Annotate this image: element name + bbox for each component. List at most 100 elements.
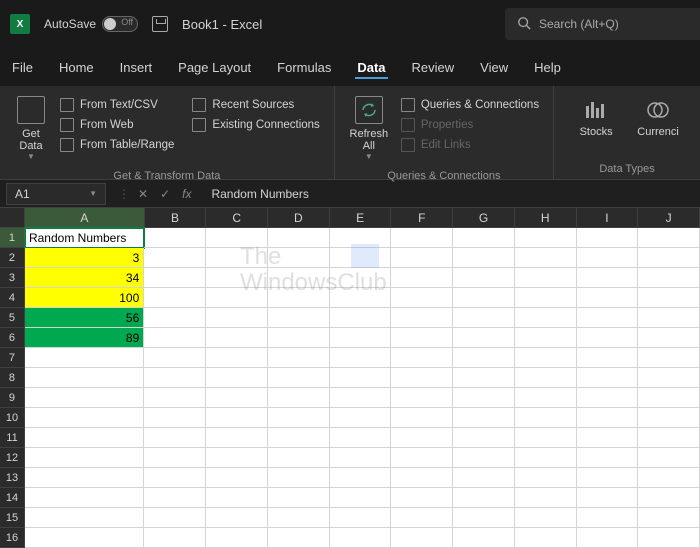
cell-g9[interactable]: [453, 388, 515, 408]
cell-f9[interactable]: [391, 388, 453, 408]
cell-j6[interactable]: [638, 328, 700, 348]
cell-g16[interactable]: [453, 528, 515, 548]
cell-j12[interactable]: [638, 448, 700, 468]
refresh-all-button[interactable]: Refresh All ▼: [343, 94, 395, 163]
tab-help[interactable]: Help: [532, 56, 563, 79]
row-header[interactable]: 1: [0, 228, 25, 248]
cell-f14[interactable]: [391, 488, 453, 508]
tab-file[interactable]: File: [10, 56, 35, 79]
properties-button[interactable]: Properties: [395, 116, 545, 134]
recent-sources-button[interactable]: Recent Sources: [186, 96, 325, 114]
tab-view[interactable]: View: [478, 56, 510, 79]
row-header[interactable]: 11: [0, 428, 25, 448]
cell-j4[interactable]: [638, 288, 700, 308]
cell-c6[interactable]: [206, 328, 268, 348]
tab-review[interactable]: Review: [410, 56, 457, 79]
col-header-i[interactable]: I: [577, 208, 639, 228]
cell-h5[interactable]: [515, 308, 577, 328]
col-header-g[interactable]: G: [453, 208, 515, 228]
cell-h16[interactable]: [515, 528, 577, 548]
cell-i4[interactable]: [577, 288, 639, 308]
cell-f1[interactable]: [391, 228, 453, 248]
cell-i13[interactable]: [577, 468, 639, 488]
autosave-toggle[interactable]: Off: [102, 16, 138, 32]
row-header[interactable]: 14: [0, 488, 25, 508]
cell-h11[interactable]: [515, 428, 577, 448]
cell-d12[interactable]: [268, 448, 330, 468]
cell-j1[interactable]: [638, 228, 700, 248]
cell-g11[interactable]: [453, 428, 515, 448]
cell-b6[interactable]: [144, 328, 206, 348]
get-data-button[interactable]: Get Data ▼: [8, 94, 54, 163]
cell-j14[interactable]: [638, 488, 700, 508]
stocks-button[interactable]: Stocks: [568, 98, 624, 160]
cell-e4[interactable]: [330, 288, 392, 308]
cell-f10[interactable]: [391, 408, 453, 428]
tab-data[interactable]: Data: [355, 56, 387, 79]
cell-g6[interactable]: [453, 328, 515, 348]
cell-c16[interactable]: [206, 528, 268, 548]
cell-c1[interactable]: [206, 228, 268, 248]
cell-f12[interactable]: [391, 448, 453, 468]
cell-f7[interactable]: [391, 348, 453, 368]
cell-e13[interactable]: [330, 468, 392, 488]
cell-e11[interactable]: [330, 428, 392, 448]
cell-h3[interactable]: [515, 268, 577, 288]
cell-b14[interactable]: [144, 488, 206, 508]
cell-b11[interactable]: [144, 428, 206, 448]
cell-j9[interactable]: [638, 388, 700, 408]
cell-d15[interactable]: [268, 508, 330, 528]
row-header[interactable]: 6: [0, 328, 25, 348]
cell-f13[interactable]: [391, 468, 453, 488]
cell-e7[interactable]: [330, 348, 392, 368]
cell-i12[interactable]: [577, 448, 639, 468]
cell-i7[interactable]: [577, 348, 639, 368]
cell-g3[interactable]: [453, 268, 515, 288]
col-header-e[interactable]: E: [330, 208, 392, 228]
cell-d11[interactable]: [268, 428, 330, 448]
cell-g4[interactable]: [453, 288, 515, 308]
cell-i11[interactable]: [577, 428, 639, 448]
row-header[interactable]: 15: [0, 508, 25, 528]
cell-e14[interactable]: [330, 488, 392, 508]
cell-i6[interactable]: [577, 328, 639, 348]
col-header-a[interactable]: A: [25, 208, 145, 228]
cell-e15[interactable]: [330, 508, 392, 528]
cell-a4[interactable]: 100: [25, 288, 144, 308]
select-all-corner[interactable]: [0, 208, 25, 228]
cell-a12[interactable]: [25, 448, 144, 468]
tab-formulas[interactable]: Formulas: [275, 56, 333, 79]
name-box[interactable]: A1 ▼: [6, 183, 106, 205]
cell-f8[interactable]: [391, 368, 453, 388]
cell-h7[interactable]: [515, 348, 577, 368]
row-header[interactable]: 10: [0, 408, 25, 428]
cell-a9[interactable]: [25, 388, 144, 408]
cell-a10[interactable]: [25, 408, 144, 428]
cell-h12[interactable]: [515, 448, 577, 468]
col-header-c[interactable]: C: [206, 208, 268, 228]
cell-c14[interactable]: [206, 488, 268, 508]
cell-h4[interactable]: [515, 288, 577, 308]
cell-f2[interactable]: [391, 248, 453, 268]
cell-g1[interactable]: [453, 228, 515, 248]
cell-j11[interactable]: [638, 428, 700, 448]
row-header[interactable]: 5: [0, 308, 25, 328]
cell-a11[interactable]: [25, 428, 144, 448]
cell-c12[interactable]: [206, 448, 268, 468]
cell-e6[interactable]: [330, 328, 392, 348]
cell-h9[interactable]: [515, 388, 577, 408]
cell-e9[interactable]: [330, 388, 392, 408]
cell-c7[interactable]: [206, 348, 268, 368]
row-header[interactable]: 4: [0, 288, 25, 308]
cell-e8[interactable]: [330, 368, 392, 388]
cell-g10[interactable]: [453, 408, 515, 428]
cell-f5[interactable]: [391, 308, 453, 328]
cell-j2[interactable]: [638, 248, 700, 268]
edit-links-button[interactable]: Edit Links: [395, 136, 545, 154]
cell-h1[interactable]: [515, 228, 577, 248]
cell-b12[interactable]: [144, 448, 206, 468]
cell-j8[interactable]: [638, 368, 700, 388]
cell-f4[interactable]: [391, 288, 453, 308]
cell-g2[interactable]: [453, 248, 515, 268]
cell-a1[interactable]: Random Numbers: [25, 228, 144, 248]
